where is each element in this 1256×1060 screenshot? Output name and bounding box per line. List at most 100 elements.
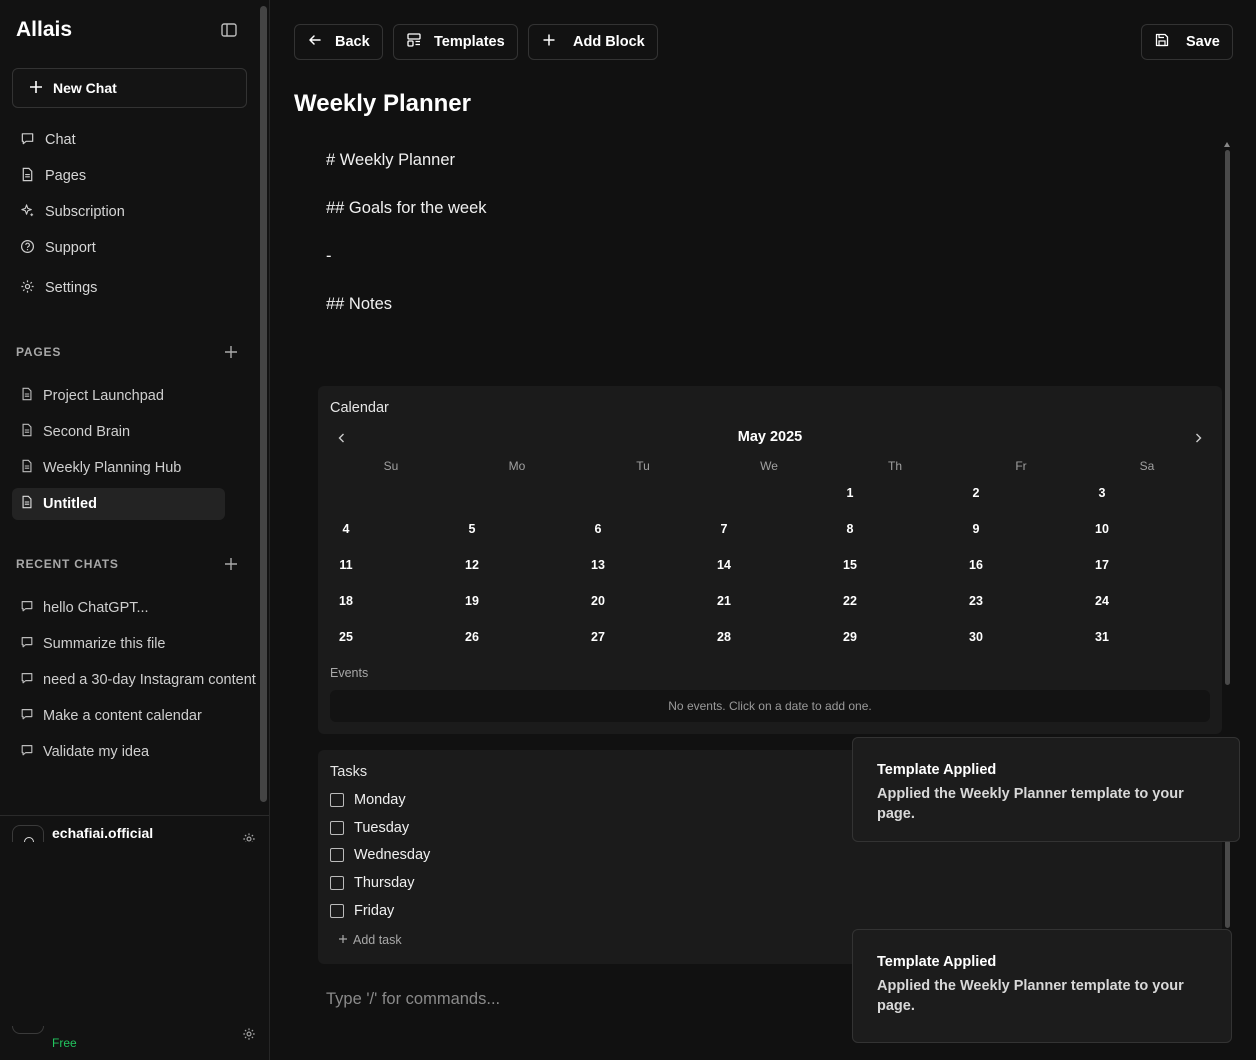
avatar [12,1026,44,1034]
save-button[interactable]: Save [1141,24,1233,60]
recent-chat-item[interactable]: Validate my idea [12,736,260,768]
save-icon [1154,32,1170,52]
calendar-day[interactable]: 18 [316,594,376,608]
plus-icon [338,933,348,947]
weekday-header: Th [887,459,902,473]
page-item-project-launchpad[interactable]: Project Launchpad [12,380,225,412]
editor-scrollbar[interactable] [1225,150,1230,685]
add-task-button[interactable]: Add task [338,933,402,947]
calendar-day[interactable]: 9 [946,522,1006,536]
calendar-day[interactable]: 12 [442,558,502,572]
editor-line[interactable]: ## Notes [326,295,392,314]
back-button[interactable]: Back [294,24,383,60]
calendar-day[interactable]: 20 [568,594,628,608]
task-checkbox[interactable] [330,793,344,807]
calendar-day[interactable]: 8 [820,522,880,536]
nav-item-subscription[interactable]: Subscription [20,202,125,222]
page-title[interactable]: Weekly Planner [294,90,471,118]
document-icon [20,387,34,405]
add-chat-icon[interactable] [223,556,239,572]
user-settings-icon[interactable] [242,1027,256,1041]
task-item[interactable]: Friday [330,901,394,921]
calendar-day[interactable]: 11 [316,558,376,572]
scroll-up-arrow[interactable] [1224,142,1230,147]
task-checkbox[interactable] [330,904,344,918]
calendar-day[interactable]: 3 [1072,486,1132,500]
document-icon [20,495,34,513]
page-item-label: Weekly Planning Hub [43,460,182,476]
calendar-day[interactable]: 14 [694,558,754,572]
calendar-day[interactable]: 13 [568,558,628,572]
calendar-day[interactable]: 6 [568,522,628,536]
nav-item-support[interactable]: Support [20,238,96,258]
calendar-day[interactable]: 30 [946,630,1006,644]
user-profile-footer[interactable]: Free [0,1026,269,1060]
page-item-label: Project Launchpad [43,388,164,404]
calendar-day[interactable]: 16 [946,558,1006,572]
calendar-day[interactable]: 24 [1072,594,1132,608]
chevron-right-icon[interactable] [1192,431,1204,443]
calendar-day[interactable]: 7 [694,522,754,536]
calendar-day[interactable]: 19 [442,594,502,608]
recent-chat-item[interactable]: Make a content calendar [12,700,260,732]
page-item-untitled[interactable]: Untitled [12,488,225,520]
nav-item-chat[interactable]: Chat [20,130,76,150]
plus-icon [29,80,43,97]
recent-chat-label: Validate my idea [43,744,150,760]
task-item[interactable]: Tuesday [330,818,409,838]
sidebar-scrollbar[interactable] [260,6,267,802]
sidebar-toggle-icon[interactable] [220,21,238,39]
calendar-day[interactable]: 17 [1072,558,1132,572]
weekday-header: Mo [508,459,526,473]
recent-chat-item[interactable]: need a 30-day Instagram content [12,664,260,696]
recent-chat-item[interactable]: Summarize this file [12,628,260,660]
add-page-icon[interactable] [223,344,239,360]
calendar-day[interactable]: 2 [946,486,1006,500]
calendar-day[interactable]: 21 [694,594,754,608]
templates-label: Templates [434,34,505,50]
weekday-header: We [760,459,778,473]
calendar-day[interactable]: 4 [316,522,376,536]
calendar-day[interactable]: 25 [316,630,376,644]
calendar-day[interactable]: 1 [820,486,880,500]
nav-item-pages[interactable]: Pages [20,166,86,186]
toast-notification[interactable]: Template Applied Applied the Weekly Plan… [852,737,1240,842]
back-label: Back [335,34,370,50]
events-empty-state[interactable]: No events. Click on a date to add one. [330,690,1210,722]
user-profile[interactable]: echafiai.official [0,816,269,842]
editor-scrollbar-track[interactable] [1225,840,1230,928]
calendar-day[interactable]: 23 [946,594,1006,608]
editor-line[interactable]: - [326,247,332,266]
user-settings-icon[interactable] [242,832,256,842]
calendar-day[interactable]: 15 [820,558,880,572]
task-item[interactable]: Wednesday [330,845,430,865]
recent-chat-item[interactable]: hello ChatGPT... [12,592,260,624]
task-checkbox[interactable] [330,876,344,890]
task-checkbox[interactable] [330,848,344,862]
calendar-day[interactable]: 31 [1072,630,1132,644]
new-chat-button[interactable]: New Chat [12,68,247,108]
task-item[interactable]: Thursday [330,873,414,893]
calendar-day[interactable]: 29 [820,630,880,644]
task-label: Wednesday [354,847,431,863]
app-brand: Allais [16,18,73,41]
calendar-day[interactable]: 26 [442,630,502,644]
page-item-second-brain[interactable]: Second Brain [12,416,225,448]
calendar-day[interactable]: 10 [1072,522,1132,536]
nav-item-settings[interactable]: Settings [20,278,97,298]
page-item-weekly-planning-hub[interactable]: Weekly Planning Hub [12,452,225,484]
calendar-day[interactable]: 28 [694,630,754,644]
templates-button[interactable]: Templates [393,24,518,60]
add-block-button[interactable]: Add Block [528,24,658,60]
plus-icon [541,32,557,52]
task-item[interactable]: Monday [330,790,406,810]
calendar-day[interactable]: 27 [568,630,628,644]
command-input[interactable]: Type '/' for commands... [326,990,500,1009]
weekday-header: Su [383,459,399,473]
task-checkbox[interactable] [330,821,344,835]
editor-line[interactable]: ## Goals for the week [326,199,487,218]
toast-notification[interactable]: Template Applied Applied the Weekly Plan… [852,929,1232,1043]
calendar-day[interactable]: 5 [442,522,502,536]
editor-line[interactable]: # Weekly Planner [326,151,455,170]
calendar-day[interactable]: 22 [820,594,880,608]
